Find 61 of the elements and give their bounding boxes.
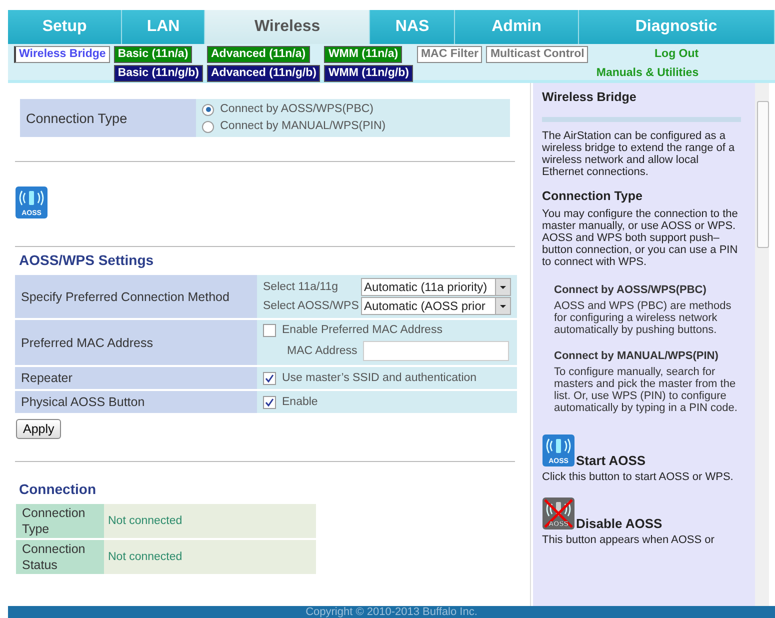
select-label: Select AOSS/WPS — [263, 300, 359, 312]
help-text: This button appears when AOSS or — [542, 534, 716, 546]
status-value: Not connected — [104, 540, 316, 574]
nav-tab[interactable]: NAS — [370, 10, 456, 44]
subnav-link[interactable]: Basic (11n/g/b) — [114, 65, 203, 82]
subnav-link[interactable]: WMM (11n/g/b) — [324, 65, 413, 82]
field-label: Physical AOSS Button — [15, 391, 257, 413]
field-label: Repeater — [15, 367, 257, 389]
field-label: MAC Address — [287, 345, 358, 357]
caret-icon[interactable] — [495, 279, 510, 295]
subnav-link[interactable]: Log Out — [650, 46, 703, 63]
field-label: Specify Preferred Connection Method — [15, 275, 257, 318]
section-title: Connection — [18, 480, 97, 499]
section-title: AOSS/WPS Settings — [18, 251, 155, 270]
radio-button[interactable] — [202, 104, 214, 116]
help-subheading: Disable AOSS — [576, 518, 662, 530]
help-subheading: Start AOSS — [576, 455, 646, 467]
footer-copyright: Copyright © 2010-2013 Buffalo Inc. — [8, 606, 775, 618]
help-text: Click this button to start AOSS or WPS. — [542, 471, 734, 483]
caret-icon[interactable] — [495, 298, 510, 314]
subnav-link[interactable]: Wireless Bridge — [14, 46, 110, 63]
subnav-link[interactable]: WMM (11n/a) — [324, 46, 402, 63]
subnav-link[interactable]: Multicast Control — [486, 46, 588, 63]
checkbox-label: Enable Preferred MAC Address — [282, 323, 442, 338]
subnav-link[interactable]: Basic (11n/a) — [114, 46, 192, 63]
help-text: AOSS and WPS (PBC) are methods for configuring a wireless network automatically by pushing buttons. — [554, 300, 732, 336]
radio-label: Connect by MANUAL/WPS(PIN) — [220, 119, 386, 134]
radio-button[interactable] — [202, 120, 214, 132]
field-label: Connection Type — [20, 99, 196, 137]
help-subheading: Connect by AOSS/WPS(PBC) — [554, 284, 708, 296]
field-label: Connection Status — [16, 540, 104, 574]
nav-tab[interactable]: Setup — [8, 10, 122, 44]
checkbox[interactable] — [263, 324, 276, 337]
dropdown[interactable]: Automatic (11a priority) — [361, 278, 511, 296]
help-heading: Connection Type — [542, 190, 644, 202]
nav-tab[interactable]: Wireless — [205, 10, 370, 44]
help-text: The AirStation can be configured as a wireless bridge to extend the range of a wireless network and allow local Ethernet connections. — [542, 130, 736, 178]
nav-tab[interactable]: LAN — [122, 10, 206, 44]
help-text: You may configure the connection to the master manually, or use AOSS or WPS. AOSS and WPS both support push–button connection, or you can use a PIN to connect with WPS. — [542, 208, 739, 268]
status-value: Not connected — [104, 504, 316, 538]
radio-label: Connect by AOSS/WPS(PBC) — [220, 102, 374, 117]
select-label: Select 11a/11g — [263, 281, 338, 293]
subnav-link[interactable]: Advanced (11n/a) — [207, 46, 310, 63]
field-label: Connection Type — [16, 504, 104, 538]
checkbox-label: Enable — [282, 394, 318, 410]
dropdown[interactable]: Automatic (AOSS prior — [361, 297, 511, 315]
apply-button[interactable]: Apply — [16, 419, 62, 439]
help-subheading: Connect by MANUAL/WPS(PIN) — [554, 350, 720, 362]
subnav-link[interactable]: Advanced (11n/g/b) — [207, 65, 320, 82]
subnav-link[interactable]: Manuals & Utilities — [592, 65, 703, 82]
help-text: To configure manually, search for masters and pick the master from the list. Or, use WPS (PIN) to configure automatically by typing in a PIN code. — [554, 366, 738, 414]
checkbox-label: Use master’s SSID and authentication — [282, 370, 477, 386]
checkbox[interactable] — [263, 372, 276, 384]
scrollbar[interactable] — [755, 83, 769, 606]
nav-tab[interactable]: Admin — [455, 10, 579, 44]
subnav-link[interactable]: MAC Filter — [416, 46, 482, 63]
checkbox[interactable] — [263, 396, 276, 408]
field-label: Preferred MAC Address — [15, 320, 257, 365]
mac-address-field[interactable] — [363, 341, 510, 361]
nav-tab[interactable]: Diagnostic — [578, 10, 775, 44]
help-title: Wireless Bridge — [542, 91, 638, 103]
